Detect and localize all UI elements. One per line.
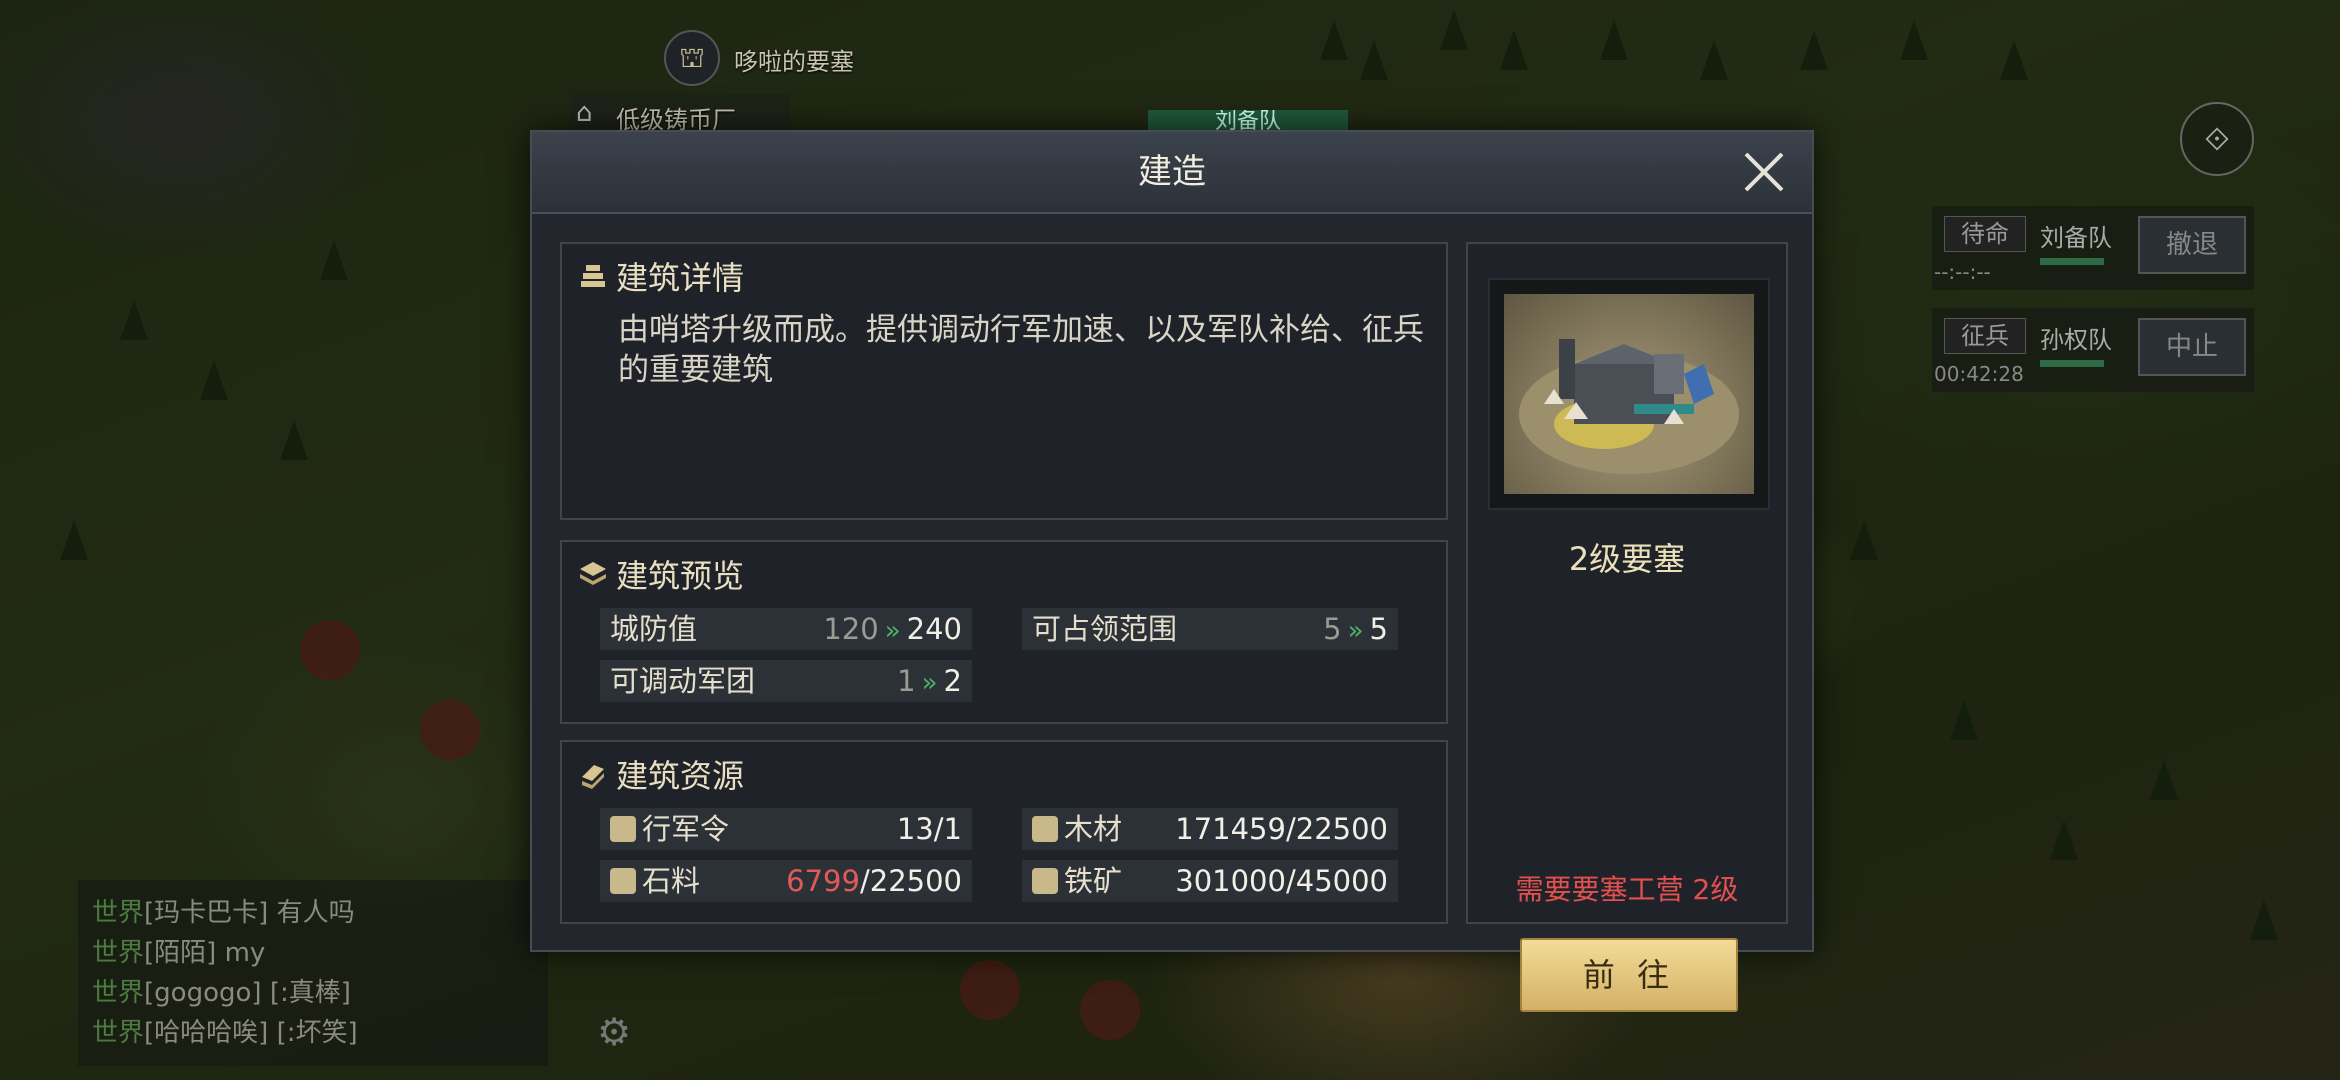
stat-row-range: 可占领范围 5» 5 <box>1022 608 1398 650</box>
stat-row-legions: 可调动军团 1» 2 <box>600 660 972 702</box>
build-dialog: 建造 建筑详情 由哨塔升级而成。提供调动行军加速、以及军队补给、征兵的重要建筑 … <box>530 130 1814 1012</box>
section-title: 建筑详情 <box>578 258 744 296</box>
chat-user: [玛卡巴卡] <box>144 898 269 928</box>
resources-icon <box>578 759 608 789</box>
troop-progress-bar <box>2040 360 2104 367</box>
resource-wood: 木材 171459/22500 <box>1022 808 1398 850</box>
troop-timer: --:--:-- <box>1934 260 1991 284</box>
stat-row-defense: 城防值 120» 240 <box>600 608 972 650</box>
troop-row[interactable]: 征兵 孙权队 00:42:28 中止 <box>1932 308 2254 392</box>
fortress-label[interactable]: 哆啦的要塞 <box>734 42 854 77</box>
chat-channel: 世界 <box>92 978 145 1008</box>
chat-text: my <box>224 938 266 968</box>
chat-user: [gogogo] <box>144 978 262 1008</box>
camera-view-button[interactable]: ⟐ <box>2180 102 2254 176</box>
troop-row[interactable]: 待命 刘备队 --:--:-- 撤退 <box>1932 206 2254 290</box>
chat-message: 世界[gogogo] [:真棒] <box>92 972 351 1009</box>
troop-name: 孙权队 <box>2040 326 2112 354</box>
requirement-text: 需要要塞工营 2级 <box>1515 873 1739 906</box>
layers-icon <box>578 559 608 589</box>
fortress-icon[interactable]: ⛫ <box>664 30 720 86</box>
chat-text: [:坏笑] <box>276 1018 358 1048</box>
resource-order-token: 行军令 13/1 <box>600 808 972 850</box>
chat-message: 世界[哈哈哈唉] [:坏笑] <box>92 1012 358 1049</box>
stone-icon <box>610 868 636 894</box>
building-name: 2级要塞 <box>1568 540 1686 578</box>
chat-message: 世界[玛卡巴卡] 有人吗 <box>92 892 355 929</box>
dialog-title: 建造 <box>1138 152 1206 192</box>
chat-channel: 世界 <box>92 1018 145 1048</box>
goto-button[interactable]: 前 往 <box>1520 938 1738 1012</box>
chat-user: [哈哈哈唉] <box>144 1018 269 1048</box>
troop-name: 刘备队 <box>2040 224 2112 252</box>
chat-text: [:真棒] <box>269 978 351 1008</box>
chat-channel: 世界 <box>92 938 145 968</box>
building-description: 由哨塔升级而成。提供调动行军加速、以及军队补给、征兵的重要建筑 <box>618 312 1424 388</box>
order-token-icon <box>610 816 636 842</box>
chat-channel: 世界 <box>92 898 145 928</box>
resource-iron: 铁矿 301000/45000 <box>1022 860 1398 902</box>
troop-status-badge: 征兵 <box>1944 318 2026 354</box>
troop-timer: 00:42:28 <box>1934 362 2024 386</box>
chat-user: [陌陌] <box>144 938 217 968</box>
building-preview-section: 建筑预览 城防值 120» 240 可占领范围 5» 5 可调动军团 1» 2 <box>560 540 1448 724</box>
upgrade-arrow-icon: » <box>921 668 938 698</box>
mint-icon: ⌂ <box>576 98 593 128</box>
upgrade-arrow-icon: » <box>1347 616 1364 646</box>
resource-stone: 石料 6799/22500 <box>600 860 972 902</box>
troop-stop-button[interactable]: 中止 <box>2138 318 2246 376</box>
troop-retreat-button[interactable]: 撤退 <box>2138 216 2246 274</box>
wood-icon <box>1032 816 1058 842</box>
chat-message: 世界[陌陌] my <box>92 932 265 969</box>
section-title: 建筑预览 <box>578 556 744 594</box>
building-card: 2级要塞 需要要塞工营 2级 前 往 <box>1466 242 1788 1012</box>
building-details-section: 建筑详情 由哨塔升级而成。提供调动行军加速、以及军队补给、征兵的重要建筑 <box>560 242 1448 520</box>
iron-icon <box>1032 868 1058 894</box>
chat-text: 有人吗 <box>276 898 355 928</box>
dialog-header: 建造 <box>532 132 1812 214</box>
troop-progress-bar <box>2040 258 2104 265</box>
gear-icon[interactable]: ⚙ <box>594 1012 634 1052</box>
fortress-building-image <box>1504 294 1754 494</box>
close-button[interactable] <box>1738 146 1790 198</box>
chat-panel[interactable]: 世界[玛卡巴卡] 有人吗 世界[陌陌] my 世界[gogogo] [:真棒] … <box>78 880 548 1066</box>
close-icon[interactable] <box>1738 146 1790 198</box>
troop-status-badge: 待命 <box>1944 216 2026 252</box>
upgrade-arrow-icon: » <box>884 616 901 646</box>
section-title: 建筑资源 <box>578 756 744 794</box>
building-image-frame <box>1488 278 1770 510</box>
building-icon <box>578 261 608 291</box>
building-resources-section: 建筑资源 行军令 13/1 木材 171459/22500 石料 6799/22… <box>560 740 1448 924</box>
